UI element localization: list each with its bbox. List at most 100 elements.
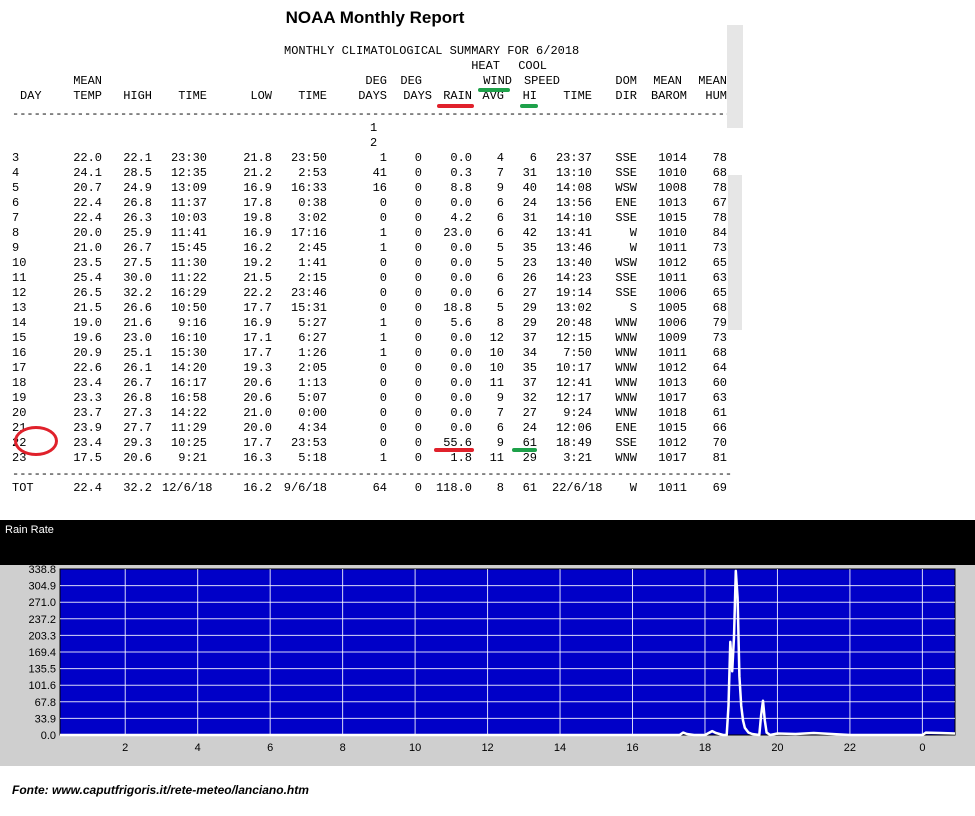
cell-low-time: 1:41: [298, 256, 327, 270]
cell-wind-avg: 5: [496, 301, 504, 315]
cell-hi-time: 12:17: [555, 391, 592, 405]
cell-high: 26.8: [123, 391, 152, 405]
cell-high: 25.9: [123, 226, 152, 240]
cell-wind-hi: 27: [522, 406, 537, 420]
cell-mean-hum: 73: [712, 241, 727, 255]
cell-high-time: 11:41: [170, 226, 207, 240]
cell-mean-temp: 23.3: [73, 391, 102, 405]
cell-dom-dir: WNW: [615, 361, 637, 375]
cell-mean-temp: 19.0: [73, 316, 102, 330]
cell-high: 26.7: [123, 241, 152, 255]
cell-high: 21.6: [123, 316, 152, 330]
cell-day: 20: [12, 406, 27, 420]
x-tick-label: 18: [699, 742, 711, 754]
cell-wind-avg: 6: [496, 211, 504, 225]
header-rain: RAIN: [443, 89, 472, 103]
header-row-1: HEAT COOL: [12, 59, 732, 74]
cell-hi-time: 12:41: [555, 376, 592, 390]
cell-cool-deg-days: 0: [414, 226, 422, 240]
cell-low-time: 16:33: [290, 181, 327, 195]
cell-heat-deg-days: 0: [379, 211, 387, 225]
cell-wind-avg: 11: [489, 451, 504, 465]
cell-mean-barom: 1018: [658, 406, 687, 420]
cell-low-time: 23:53: [290, 436, 327, 450]
partial-row-2: 2: [370, 136, 378, 150]
cell-high: 28.5: [123, 166, 152, 180]
cell-high-time: 15:30: [170, 346, 207, 360]
cell-day: 9: [12, 241, 20, 255]
header-speed: SPEED: [523, 74, 560, 88]
cell-dom-dir: SSE: [615, 286, 637, 300]
cell-hi-time: 13:40: [555, 256, 592, 270]
total-row: TOT 22.4 32.2 12/6/18 16.2 9/6/18 64 0 118.0 8 61 2…: [12, 481, 732, 496]
cell-wind-avg: 7: [496, 166, 504, 180]
cell-wind-avg: 10: [489, 346, 504, 360]
table-row: 7 22.4 26.3 10:03 19.8 3:02 0 0 4.2 6 31 14:10 SSE 10…: [12, 211, 732, 226]
cell-rain: 1.8: [450, 451, 472, 465]
cell-cool-deg-days: 0: [414, 256, 422, 270]
cell-wind-avg: 11: [489, 376, 504, 390]
cell-high-time: 16:10: [170, 331, 207, 345]
x-tick-label: 2: [122, 742, 128, 754]
cell-rain: 0.0: [450, 406, 472, 420]
cell-high: 23.0: [123, 331, 152, 345]
cell-mean-barom: 1005: [658, 301, 687, 315]
cell-mean-temp: 19.6: [73, 331, 102, 345]
cell-wind-hi: 32: [522, 391, 537, 405]
cell-heat-deg-days: 1: [379, 316, 387, 330]
cell-rain: 8.8: [450, 181, 472, 195]
table-row: 10 23.5 27.5 11:30 19.2 1:41 0 0 0.0 5 23 13:40 WSW 1…: [12, 256, 732, 271]
cell-low: 16.9: [243, 226, 272, 240]
cell-hi-time: 18:49: [555, 436, 592, 450]
cell-dom-dir: SSE: [615, 271, 637, 285]
cell-hi-time: 14:08: [555, 181, 592, 195]
cell-low: 21.2: [243, 166, 272, 180]
cell-high-time: 13:09: [170, 181, 207, 195]
cell-hi-time: 13:10: [555, 166, 592, 180]
cell-mean-barom: 1013: [658, 376, 687, 390]
cell-dom-dir: SSE: [615, 166, 637, 180]
cell-wind-hi: 6: [529, 151, 537, 165]
cell-high: 26.6: [123, 301, 152, 315]
rain-rate-panel: Rain Rate 0.0 33.9 67.8 101.6 135.5 169.4 203.…: [0, 520, 975, 766]
cell-wind-hi: 35: [522, 361, 537, 375]
cell-low: 19.8: [243, 211, 272, 225]
cell-low-time: 5:27: [298, 316, 327, 330]
cell-cool-deg-days: 0: [414, 211, 422, 225]
cell-dom-dir: ENE: [615, 421, 637, 435]
cell-mean-temp: 25.4: [73, 271, 102, 285]
cell-mean-hum: 64: [712, 361, 727, 375]
cell-low: 21.0: [243, 406, 272, 420]
cell-mean-hum: 79: [712, 316, 727, 330]
cell-wind-avg: 9: [496, 181, 504, 195]
cell-rain: 0.3: [450, 166, 472, 180]
cell-high: 32.2: [123, 481, 152, 495]
cell-day: 10: [12, 256, 27, 270]
table-row: 18 23.4 26.7 16:17 20.6 1:13 0 0 0.0 11 37 12:41 WNW…: [12, 376, 732, 391]
summary-title: MONTHLY CLIMATOLOGICAL SUMMARY FOR 6/201…: [284, 44, 580, 58]
cell-mean-temp: 23.5: [73, 256, 102, 270]
table-row: 6 22.4 26.8 11:37 17.8 0:38 0 0 0.0 6 24 13:56 ENE 10…: [12, 196, 732, 211]
cell-wind-hi: 34: [522, 346, 537, 360]
rain-rate-chart: 0.0 33.9 67.8 101.6 135.5 169.4 203.3 237.2 271.…: [28, 565, 956, 754]
cell-mean-temp: 22.0: [73, 151, 102, 165]
x-tick-label: 8: [340, 742, 346, 754]
cell-cool-deg-days: 0: [414, 376, 422, 390]
cell-high-time: 10:25: [170, 436, 207, 450]
cell-mean-hum: 60: [712, 376, 727, 390]
cell-mean-temp: 22.4: [73, 481, 102, 495]
cell-low-time: 5:07: [298, 391, 327, 405]
cell-high: 29.3: [123, 436, 152, 450]
cell-rain: 0.0: [450, 286, 472, 300]
cell-rain: 0.0: [450, 256, 472, 270]
x-tick-label: 12: [481, 742, 493, 754]
cell-dom-dir: WNW: [615, 316, 637, 330]
cell-heat-deg-days: 0: [379, 436, 387, 450]
y-tick-label: 169.4: [28, 647, 56, 659]
cell-mean-barom: 1006: [658, 316, 687, 330]
cell-high-time: 11:37: [170, 196, 207, 210]
cell-low: 17.7: [243, 346, 272, 360]
cell-high-time: 16:58: [170, 391, 207, 405]
cell-mean-hum: 73: [712, 331, 727, 345]
cell-mean-barom: 1012: [658, 256, 687, 270]
